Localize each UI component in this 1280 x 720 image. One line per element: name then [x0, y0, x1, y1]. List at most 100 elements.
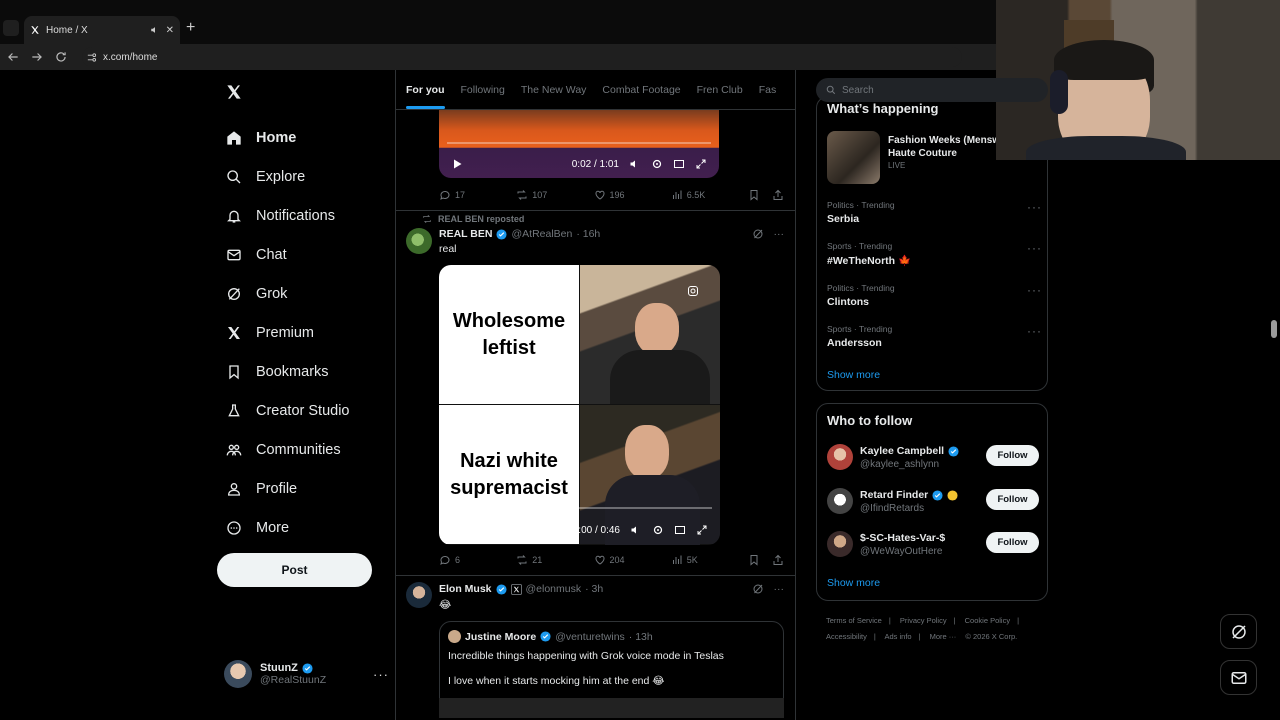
webcam-person-hair-top — [1054, 40, 1154, 80]
author-handle[interactable]: @AtRealBen — [511, 228, 572, 240]
footer-link[interactable]: Ads info — [884, 632, 911, 641]
nav-creator-studio[interactable]: Creator Studio — [216, 391, 386, 430]
messages-button[interactable] — [1220, 660, 1257, 695]
volume-icon[interactable] — [630, 524, 642, 536]
search-input[interactable]: Search — [816, 78, 1048, 102]
play-icon[interactable] — [451, 158, 463, 170]
nav-explore[interactable]: Explore — [216, 157, 386, 196]
video-player[interactable]: 0:02 / 1:01 — [439, 110, 719, 178]
follow-suggestion[interactable]: $-SC-Hates-Var-$ @WeWayOutHere Follow — [827, 529, 1039, 559]
trend-item[interactable]: Sports · Trending Andersson ··· — [827, 324, 1042, 354]
close-tab-icon[interactable]: ✕ — [166, 25, 174, 36]
repost-indicator[interactable]: REAL BEN reposted — [422, 214, 524, 224]
trend-category: Politics · Trending — [827, 200, 895, 210]
pip-icon[interactable] — [673, 158, 685, 170]
author-handle[interactable]: @elonmusk — [526, 583, 582, 595]
tab-the-new-way[interactable]: The New Way — [521, 84, 587, 96]
views-button[interactable]: 5K — [671, 554, 748, 566]
follow-suggestion[interactable]: Kaylee Campbell @kaylee_ashlynn Follow — [827, 442, 1039, 472]
account-switcher[interactable]: StuunZ @RealStuunZ ··· — [224, 658, 389, 690]
grok-button[interactable] — [1220, 614, 1257, 649]
tab-for-you[interactable]: For you — [406, 84, 445, 109]
trend-item[interactable]: Politics · Trending Serbia ··· — [827, 200, 1042, 230]
x-logo-icon[interactable] — [226, 84, 242, 100]
grok-icon[interactable] — [752, 583, 764, 595]
avatar[interactable] — [406, 228, 432, 254]
footer-link[interactable]: More ··· — [930, 632, 957, 641]
fullscreen-icon[interactable] — [696, 524, 708, 536]
bookmark-icon[interactable] — [748, 554, 760, 566]
browser-tab[interactable]: Home / X ✕ — [24, 16, 180, 44]
show-more-link[interactable]: Show more — [827, 369, 880, 381]
more-dots-icon[interactable]: ··· — [1027, 200, 1042, 214]
follow-button[interactable]: Follow — [986, 445, 1039, 466]
settings-icon[interactable] — [652, 524, 664, 536]
nav-premium[interactable]: Premium — [216, 313, 386, 352]
tab-fren-club[interactable]: Fren Club — [697, 84, 743, 96]
video-progress-bar[interactable] — [447, 507, 712, 509]
nav-bookmarks[interactable]: Bookmarks — [216, 352, 386, 391]
nav-chat[interactable]: Chat — [216, 235, 386, 274]
video-player[interactable]: Wholesome leftist Nazi white supremacist… — [439, 265, 720, 545]
trend-item[interactable]: Sports · Trending #WeTheNorth 🍁 ··· — [827, 241, 1042, 271]
tab-combat-footage[interactable]: Combat Footage — [602, 84, 680, 96]
more-dots-icon[interactable]: ··· — [1027, 324, 1042, 338]
repost-button[interactable]: 107 — [516, 189, 593, 201]
follow-suggestion[interactable]: Retard Finder @IfindRetards Follow — [827, 486, 1039, 516]
pause-icon[interactable] — [451, 524, 463, 536]
nav-communities[interactable]: Communities — [216, 430, 386, 469]
trend-item[interactable]: Politics · Trending Clintons ··· — [827, 283, 1042, 313]
grok-icon[interactable] — [752, 228, 764, 240]
nav-home[interactable]: Home — [216, 118, 386, 157]
more-dots-icon[interactable]: ··· — [373, 667, 389, 682]
footer-link[interactable]: Terms of Service — [826, 616, 882, 625]
tab-fas[interactable]: Fas — [759, 84, 777, 96]
more-dots-icon[interactable]: ··· — [1027, 241, 1042, 255]
like-button[interactable]: 204 — [594, 554, 671, 566]
tweet-time[interactable]: · 16h — [576, 228, 600, 240]
new-tab-button[interactable]: + — [186, 20, 195, 36]
nav-grok[interactable]: Grok — [216, 274, 386, 313]
volume-icon[interactable] — [629, 158, 641, 170]
nav-profile[interactable]: Profile — [216, 469, 386, 508]
follow-button[interactable]: Follow — [986, 489, 1039, 510]
settings-icon[interactable] — [651, 158, 663, 170]
footer-link[interactable]: Accessibility — [826, 632, 867, 641]
reply-button[interactable]: 17 — [439, 189, 516, 201]
like-button[interactable]: 196 — [594, 189, 671, 201]
author-name[interactable]: REAL BEN — [439, 228, 492, 240]
bookmark-icon[interactable] — [748, 189, 760, 201]
account-name: StuunZ — [260, 662, 298, 674]
footer-link[interactable]: Cookie Policy — [965, 616, 1010, 625]
fullscreen-icon[interactable] — [695, 158, 707, 170]
reply-button[interactable]: 6 — [439, 554, 516, 566]
nav-more[interactable]: More — [216, 508, 386, 547]
speaker-icon[interactable] — [150, 25, 160, 35]
more-dots-icon[interactable]: ··· — [774, 583, 785, 595]
author-name[interactable]: Elon Musk — [439, 583, 492, 595]
show-more-link[interactable]: Show more — [827, 577, 880, 589]
views-button[interactable]: 6.5K — [671, 189, 748, 201]
quote-media[interactable] — [439, 698, 784, 718]
video-progress-bar[interactable] — [447, 142, 711, 144]
tab-search-button[interactable] — [3, 20, 19, 36]
share-icon[interactable] — [772, 189, 784, 201]
footer-link[interactable]: Privacy Policy — [900, 616, 947, 625]
address-bar[interactable]: x.com/home — [82, 47, 962, 67]
tweet-time[interactable]: · 3h — [585, 583, 603, 595]
avatar[interactable] — [406, 582, 432, 608]
post-button[interactable]: Post — [217, 553, 372, 587]
repost-button[interactable]: 21 — [516, 554, 593, 566]
back-icon[interactable] — [6, 50, 20, 64]
more-dots-icon[interactable]: ··· — [774, 228, 785, 240]
nav-notifications[interactable]: Notifications — [216, 196, 386, 235]
tab-following[interactable]: Following — [461, 84, 505, 96]
pip-icon[interactable] — [674, 524, 686, 536]
more-dots-icon[interactable]: ··· — [1027, 283, 1042, 297]
page-scrollbar[interactable] — [1271, 320, 1277, 338]
forward-icon[interactable] — [30, 50, 44, 64]
share-icon[interactable] — [772, 554, 784, 566]
site-info-icon[interactable] — [86, 52, 97, 63]
follow-button[interactable]: Follow — [986, 532, 1039, 553]
reload-icon[interactable] — [54, 50, 68, 64]
